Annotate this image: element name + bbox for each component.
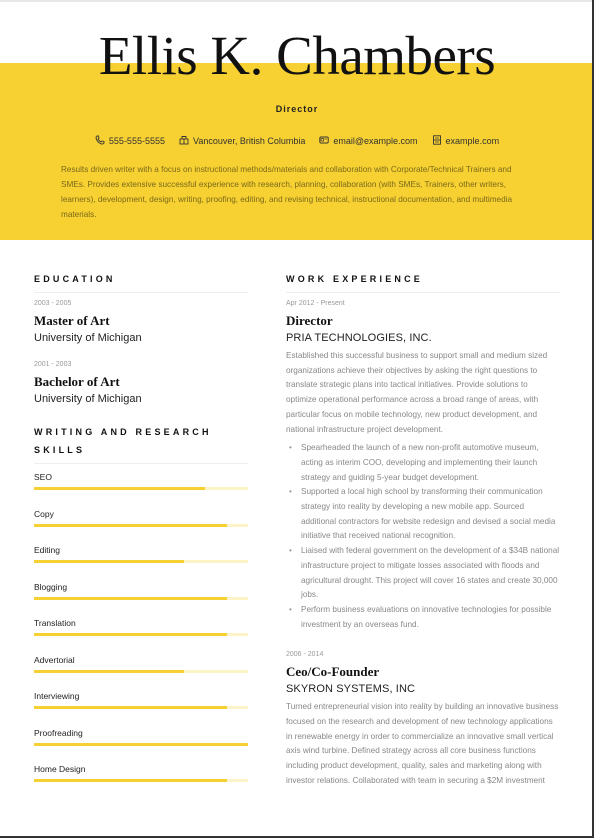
education-item: 2003 - 2005 Master of Art University of … — [34, 299, 248, 346]
skill-bar-track — [34, 523, 248, 527]
achievement-item: Spearheaded the launch of a new non-prof… — [286, 441, 560, 485]
job-company: SKYRON SYSTEMS, INC — [286, 683, 416, 696]
right-column: WORK EXPERIENCE Apr 2012 - Present Direc… — [286, 270, 560, 814]
skill-bar-track — [34, 596, 248, 600]
job-role: Director — [286, 313, 333, 328]
education-item: 2001 - 2003 Bachelor of Art University o… — [34, 360, 248, 407]
skill-item: Blogging — [34, 580, 248, 617]
job-entry: Apr 2012 - Present Director PRIA TECHNOL… — [286, 299, 560, 632]
achievement-item: Liaised with federal government on the d… — [286, 544, 560, 603]
skill-bar-track — [34, 779, 248, 782]
job-company: PRIA TECHNOLOGIES, INC. — [286, 332, 432, 344]
work-experience-title: WORK EXPERIENCE — [286, 270, 560, 293]
job-entry: 2006 - 2014 Ceo/Co-Founder SKYRON SYSTEM… — [286, 650, 560, 788]
skill-label: Editing — [34, 545, 60, 555]
skills-list: SEO Copy Editing Blogging Translation Ad… — [34, 470, 248, 799]
skill-label: Translation — [34, 618, 76, 628]
candidate-headline: Director — [275, 104, 319, 114]
contact-row: 555-555-5555 Vancouver, British Columbia… — [0, 135, 592, 147]
skill-bar-fill — [34, 560, 184, 563]
left-column: EDUCATION 2003 - 2005 Master of Art Univ… — [34, 270, 248, 799]
skill-bar-track — [34, 669, 248, 673]
professional-summary: Results driven writer with a focus on in… — [61, 165, 513, 219]
skill-item: Copy — [34, 507, 248, 544]
location-icon — [179, 135, 189, 147]
skill-item: Home Design — [34, 762, 248, 799]
job-role: Ceo/Co-Founder — [286, 664, 380, 680]
education-dates: 2003 - 2005 — [34, 300, 72, 307]
education-degree: Master of Art — [34, 313, 110, 328]
skill-item: Advertorial — [34, 653, 248, 690]
location-text: Vancouver, British Columbia — [192, 136, 306, 146]
skill-label: Interviewing — [34, 691, 80, 701]
contact-location[interactable]: Vancouver, British Columbia — [179, 135, 305, 147]
skill-item: Interviewing — [34, 689, 248, 726]
website-icon — [432, 135, 442, 147]
education-title: EDUCATION — [34, 270, 248, 293]
skill-item: Translation — [34, 616, 248, 653]
skill-bar-track — [34, 742, 248, 746]
skill-bar-fill — [34, 523, 227, 527]
job-dates: 2006 - 2014 — [286, 651, 324, 659]
skill-item: Proofreading — [34, 726, 248, 763]
email-text: email@example.com — [333, 136, 418, 146]
skill-bar-track — [34, 706, 248, 709]
skill-bar-track — [34, 487, 248, 490]
contact-website[interactable]: example.com — [432, 135, 500, 147]
skill-bar-fill — [34, 596, 227, 600]
education-school: University of Michigan — [34, 393, 142, 405]
resume-page: Ellis K. Chambers Director 555-555-5555 … — [0, 0, 594, 838]
skill-label: Copy — [34, 508, 54, 519]
job-description: Established this successful business to … — [286, 351, 548, 434]
phone-text: 555-555-5555 — [108, 136, 165, 146]
skill-bar-fill — [34, 742, 248, 746]
job-description: Turned entrepreneurial vision into reali… — [286, 702, 559, 785]
contact-phone[interactable]: 555-555-5555 — [95, 135, 165, 147]
education-degree: Bachelor of Art — [34, 374, 120, 389]
skill-bar-fill — [34, 633, 227, 636]
skill-bar-fill — [34, 487, 206, 490]
education-dates: 2001 - 2003 — [34, 361, 72, 368]
achievement-item: Supported a local high school by transfo… — [286, 485, 560, 544]
skill-label: Proofreading — [34, 727, 83, 738]
skill-item: Editing — [34, 543, 248, 580]
skill-label: SEO — [34, 472, 52, 482]
skills-title: WRITING AND RESEARCH SKILLS — [34, 423, 248, 464]
candidate-name: Ellis K. Chambers — [98, 25, 496, 86]
skill-label: Advertorial — [34, 654, 75, 665]
skill-item: SEO — [34, 470, 248, 507]
contact-email[interactable]: email@example.com — [319, 135, 418, 147]
job-achievements: Spearheaded the launch of a new non-prof… — [286, 441, 560, 632]
skill-bar-track — [34, 560, 248, 563]
education-school: University of Michigan — [34, 332, 142, 344]
website-text: example.com — [445, 136, 500, 146]
skill-bar-fill — [34, 706, 227, 709]
skill-bar-fill — [34, 669, 184, 673]
skill-label: Blogging — [34, 581, 68, 592]
phone-icon — [95, 135, 105, 147]
email-icon — [319, 135, 330, 147]
skill-bar-fill — [34, 779, 227, 782]
top-divider — [0, 0, 592, 2]
job-dates: Apr 2012 - Present — [286, 300, 345, 307]
skill-label: Home Design — [34, 764, 86, 774]
skill-bar-track — [34, 633, 248, 636]
achievement-item: Perform business evaluations on innovati… — [286, 603, 560, 632]
